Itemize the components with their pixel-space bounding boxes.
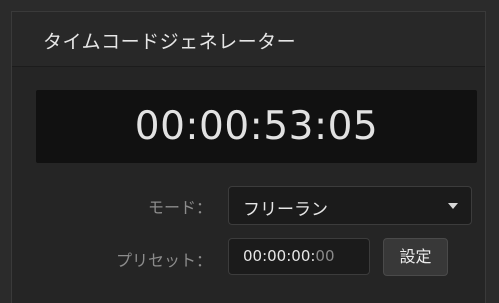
- timecode-generator-panel: タイムコードジェネレーター 00:00:53:05 モード： フリーラン プリセ…: [11, 11, 486, 303]
- preset-timecode-value: 00:00:00:00: [243, 247, 335, 265]
- preset-timecode-frames: 00: [315, 247, 335, 265]
- mode-label: モード：: [147, 198, 212, 217]
- preset-timecode-input[interactable]: 00:00:00:00: [228, 238, 370, 275]
- preset-timecode-main: 00:00:00:: [243, 247, 316, 265]
- timecode-display: 00:00:53:05: [36, 90, 477, 163]
- panel-header: タイムコードジェネレーター: [12, 12, 485, 67]
- timecode-readout: 00:00:53:05: [134, 104, 379, 149]
- set-button[interactable]: 設定: [383, 238, 448, 276]
- panel-title: タイムコードジェネレーター: [43, 31, 297, 53]
- mode-dropdown[interactable]: フリーラン: [228, 186, 472, 225]
- chevron-down-icon[interactable]: [448, 203, 458, 209]
- mode-selected-value: フリーラン: [243, 200, 328, 220]
- preset-label: プリセット：: [115, 251, 212, 270]
